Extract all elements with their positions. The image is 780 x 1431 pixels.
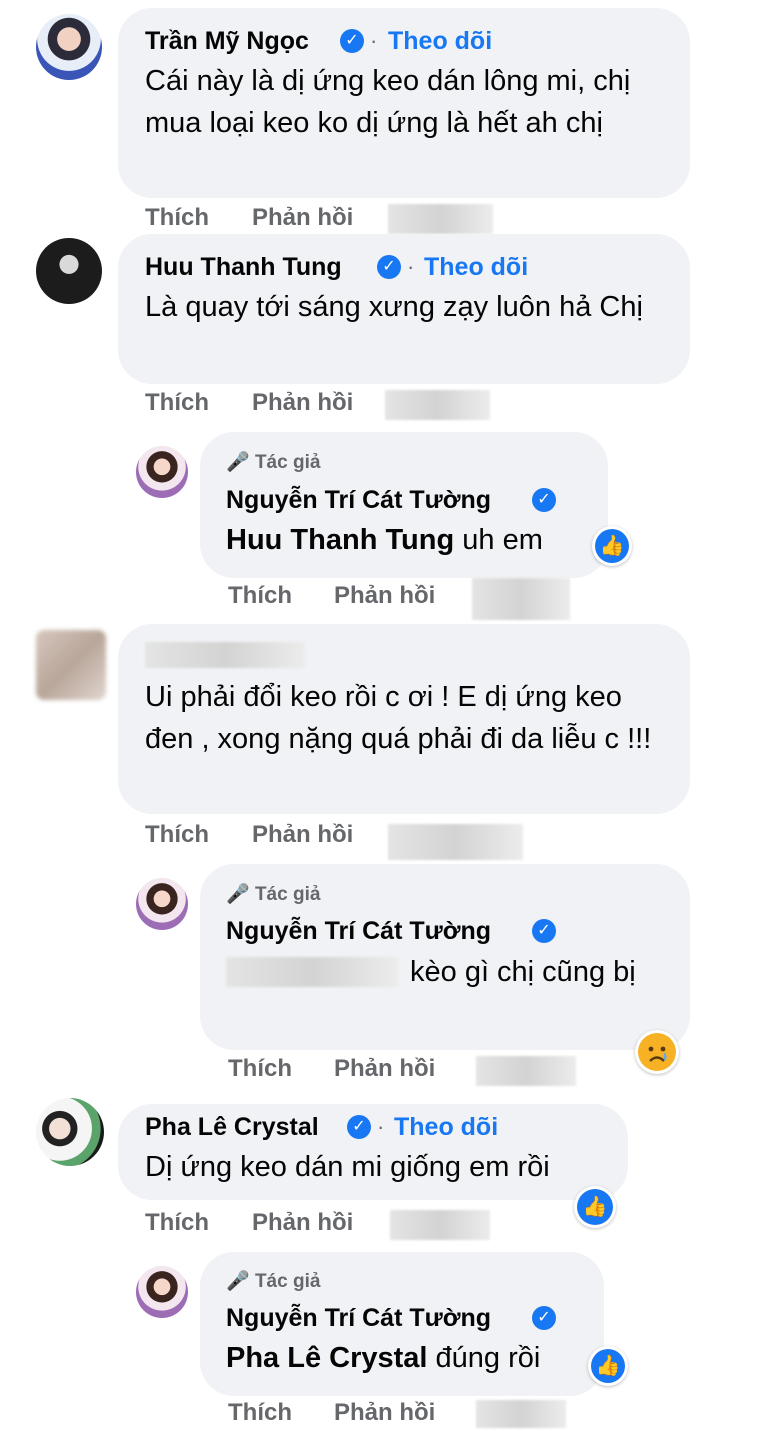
like-button[interactable]: Thích <box>228 581 292 611</box>
author-tag: 🎤 Tác giả <box>226 884 321 905</box>
author-name[interactable]: Pha Lê Crystal <box>145 1112 319 1142</box>
reply-text: Pha Lê Crystal đúng rồi <box>226 1337 540 1379</box>
comment-text: Ui phải đổi keo rồi c ơi ! E dị ứng keo … <box>145 681 652 755</box>
author-tag: 🎤 Tác giả <box>226 1271 321 1292</box>
like-reaction[interactable]: 👍 <box>592 526 632 566</box>
verified-badge-icon: ✓ <box>377 255 401 279</box>
reply-text: Huu Thanh Tung uh em <box>226 519 543 561</box>
comment-text: Cái này là dị ứng keo dán lông mi, chị m… <box>145 65 631 139</box>
mention-link[interactable]: Huu Thanh Tung <box>226 524 454 556</box>
reply-button[interactable]: Phản hồi <box>334 1054 435 1084</box>
verified-badge-icon: ✓ <box>532 1306 556 1330</box>
microphone-icon: 🎤 <box>226 884 250 905</box>
comment-text: Là quay tới sáng xưng zạy luôn hả Chị <box>145 291 643 323</box>
follow-button[interactable]: Theo dõi <box>424 252 528 282</box>
reply-body: uh em <box>462 524 543 556</box>
like-icon: 👍 <box>591 1349 625 1383</box>
verified-badge-icon: ✓ <box>532 919 556 943</box>
blurred-timestamp <box>388 824 523 860</box>
blurred-timestamp <box>472 578 570 620</box>
blurred-timestamp <box>390 1210 490 1240</box>
avatar[interactable] <box>136 1266 188 1318</box>
blurred-mention <box>226 957 398 987</box>
avatar[interactable] <box>36 630 106 700</box>
like-button[interactable]: Thích <box>145 388 209 418</box>
separator-dot: · <box>377 1114 385 1139</box>
follow-button[interactable]: Theo dõi <box>388 26 492 56</box>
microphone-icon: 🎤 <box>226 1271 250 1292</box>
author-name[interactable]: Nguyễn Trí Cát Tường <box>226 1303 491 1333</box>
avatar[interactable] <box>136 446 188 498</box>
reply-button[interactable]: Phản hồi <box>252 203 353 233</box>
like-button[interactable]: Thích <box>145 820 209 850</box>
reply-button[interactable]: Phản hồi <box>252 1208 353 1238</box>
author-tag: 🎤 Tác giả <box>226 452 321 473</box>
verified-badge-icon: ✓ <box>532 488 556 512</box>
reply-button[interactable]: Phản hồi <box>252 388 353 418</box>
like-reaction[interactable]: 👍 <box>574 1186 616 1228</box>
reply-button[interactable]: Phản hồi <box>334 1398 435 1428</box>
reply-button[interactable]: Phản hồi <box>334 581 435 611</box>
author-name[interactable]: Huu Thanh Tung <box>145 252 342 282</box>
follow-button[interactable]: Theo dõi <box>394 1112 498 1142</box>
separator-dot: · <box>407 254 415 279</box>
sad-face-icon <box>638 1033 676 1071</box>
like-button[interactable]: Thích <box>228 1398 292 1428</box>
like-icon: 👍 <box>577 1189 613 1225</box>
verified-badge-icon: ✓ <box>340 29 364 53</box>
blurred-timestamp <box>388 204 493 234</box>
avatar[interactable] <box>36 1098 104 1166</box>
author-name[interactable]: Trần Mỹ Ngọc <box>145 26 309 56</box>
verified-badge-icon: ✓ <box>347 1115 371 1139</box>
like-icon: 👍 <box>595 529 629 563</box>
microphone-icon: 🎤 <box>226 452 250 473</box>
blurred-timestamp <box>476 1056 576 1086</box>
avatar[interactable] <box>36 238 102 304</box>
blurred-timestamp <box>476 1400 566 1428</box>
reply-button[interactable]: Phản hồi <box>252 820 353 850</box>
separator-dot: · <box>370 28 378 53</box>
author-name[interactable]: Nguyễn Trí Cát Tường <box>226 916 491 946</box>
avatar[interactable] <box>136 878 188 930</box>
blurred-author-name <box>145 642 305 668</box>
like-button[interactable]: Thích <box>145 1208 209 1238</box>
like-reaction[interactable]: 👍 <box>588 1346 628 1386</box>
reply-body: đúng rồi <box>435 1342 541 1374</box>
like-button[interactable]: Thích <box>228 1054 292 1084</box>
avatar[interactable] <box>36 14 102 80</box>
author-name[interactable]: Nguyễn Trí Cát Tường <box>226 485 491 515</box>
reply-text: kèo gì chị cũng bị <box>410 956 636 988</box>
sad-reaction[interactable] <box>635 1030 679 1074</box>
mention-link[interactable]: Pha Lê Crystal <box>226 1342 427 1374</box>
like-button[interactable]: Thích <box>145 203 209 233</box>
comment-text: Dị ứng keo dán mi giống em rồi <box>145 1151 550 1183</box>
blurred-timestamp <box>385 390 490 420</box>
